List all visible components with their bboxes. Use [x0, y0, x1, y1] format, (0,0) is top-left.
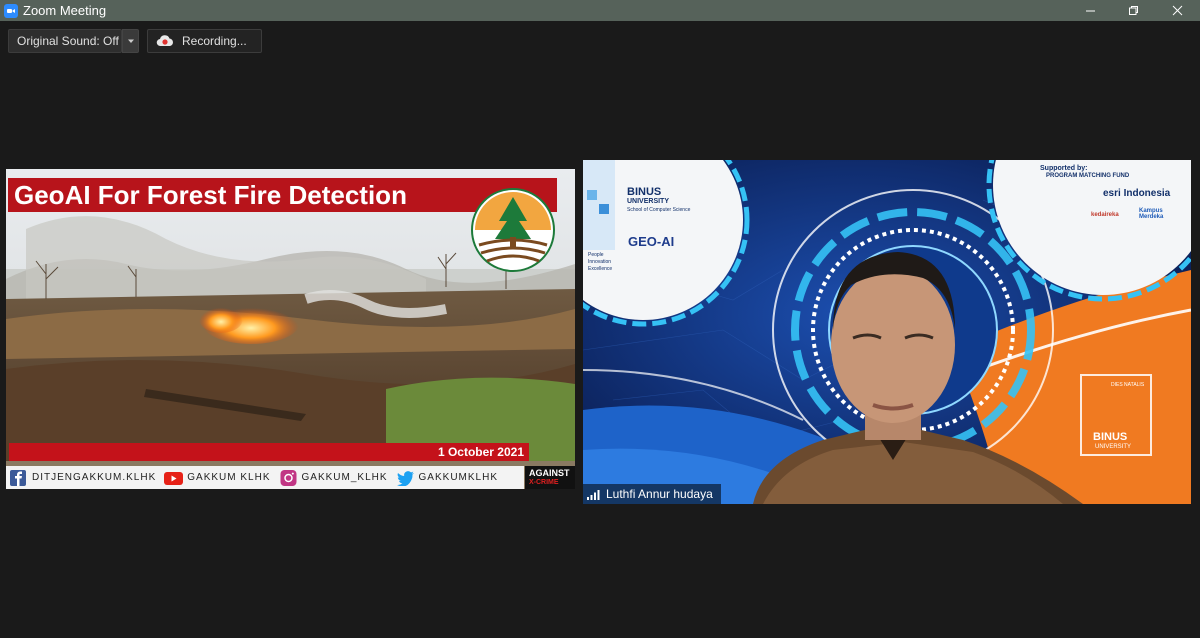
- participant-video[interactable]: BINUS UNIVERSITY School of Computer Scie…: [583, 160, 1191, 504]
- twitter-icon: [396, 470, 414, 486]
- supported-by-text: Supported by:: [1040, 165, 1088, 172]
- close-button[interactable]: [1155, 0, 1199, 21]
- binus-school: School of Computer Science: [627, 207, 691, 213]
- kampus-merdeka-text: Kampus Merdeka: [1139, 208, 1164, 220]
- klhk-logo-icon: [471, 188, 555, 272]
- social-youtube: GAKKUM KLHK: [164, 470, 270, 486]
- tagline-innovation: Innovation: [588, 259, 612, 265]
- shared-screen: GeoAI For Forest Fire Detection 1 Octobe…: [6, 169, 575, 489]
- recording-label: Recording...: [182, 34, 247, 48]
- original-sound-label: Original Sound: Off: [17, 34, 119, 48]
- youtube-icon: [164, 471, 184, 485]
- signal-strength-icon: [587, 489, 600, 500]
- slide-date: 1 October 2021: [9, 443, 529, 461]
- dies-natalis-text: DIES NATALIS: [1111, 382, 1145, 388]
- facebook-handle: DITJENGAKKUM.KLHK: [32, 472, 157, 483]
- minimize-icon: [1085, 10, 1095, 12]
- window-titlebar: Zoom Meeting: [0, 0, 1200, 21]
- participant-name-tag: Luthfi Annur hudaya: [583, 484, 721, 504]
- program-text: PROGRAM MATCHING FUND: [1046, 173, 1130, 179]
- caret-down-icon: [127, 39, 134, 43]
- social-media-bar: DITJENGAKKUM.KLHK GAKKUM KLHK GAKKUM_KLH…: [6, 466, 524, 489]
- tagline-people: People: [588, 252, 604, 258]
- instagram-handle: GAKKUM_KLHK: [301, 472, 388, 483]
- original-sound-dropdown[interactable]: [122, 29, 139, 53]
- instagram-icon: [280, 469, 296, 486]
- twitter-handle: GAKKUMKLHK: [418, 472, 498, 483]
- facebook-icon: [10, 469, 26, 486]
- geoai-logo-text: GEO-AI: [628, 234, 675, 249]
- restore-icon: [1128, 6, 1138, 15]
- minimize-button[interactable]: [1068, 0, 1112, 21]
- binus-bottom-text: BINUS: [1093, 431, 1128, 443]
- kedaireka-text: kedaireka: [1091, 212, 1119, 218]
- window-title: Zoom Meeting: [23, 3, 107, 18]
- cloud-recording-icon: [156, 35, 173, 47]
- binus-title: BINUS: [627, 186, 662, 198]
- social-twitter: GAKKUMKLHK: [396, 470, 498, 486]
- restore-button[interactable]: [1111, 0, 1155, 21]
- recording-indicator[interactable]: Recording...: [147, 29, 262, 53]
- zoom-app-icon: [4, 3, 18, 18]
- social-instagram: GAKKUM_KLHK: [279, 469, 388, 486]
- against-crime-badge: AGAINST X-CRIME: [525, 466, 575, 489]
- binus-sub: UNIVERSITY: [627, 198, 670, 205]
- original-sound-button[interactable]: Original Sound: Off: [8, 29, 122, 53]
- participant-name: Luthfi Annur hudaya: [606, 487, 713, 501]
- tagline-excellence: Excellence: [588, 266, 613, 272]
- badge-line-1: AGAINST: [529, 467, 570, 478]
- social-facebook: DITJENGAKKUM.KLHK: [9, 469, 157, 486]
- badge-line-2: X-CRIME: [529, 478, 559, 486]
- university-bottom-text: UNIVERSITY: [1095, 444, 1132, 450]
- close-icon: [1172, 5, 1182, 16]
- youtube-handle: GAKKUM KLHK: [187, 472, 271, 483]
- esri-text: esri Indonesia: [1103, 188, 1171, 199]
